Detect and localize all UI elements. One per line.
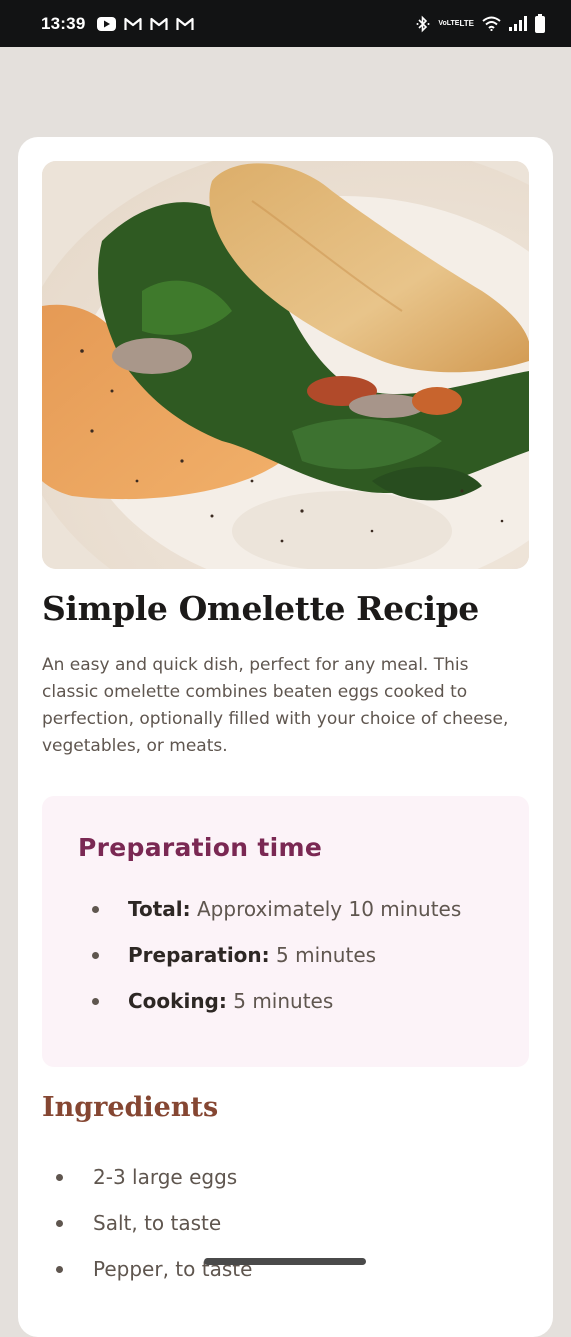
prep-label: Preparation: (128, 943, 270, 967)
preparation-item-cooking: Cooking: 5 minutes (92, 986, 461, 1032)
ingredients-heading: Ingredients (42, 1092, 219, 1123)
preparation-item-total: Total: Approximately 10 minutes (92, 894, 461, 940)
prep-value: 5 minutes (269, 943, 377, 967)
preparation-time-box: Preparation time Total: Approximately 10… (42, 796, 529, 1067)
recipe-card: Simple Omelette Recipe An easy and quick… (18, 137, 553, 1337)
signal-icon (509, 16, 527, 31)
prep-label: Total: (128, 897, 191, 921)
recipe-title: Simple Omelette Recipe (42, 589, 479, 628)
prep-label: Cooking: (128, 989, 227, 1013)
volte-icon: VoLTE LTE (438, 18, 474, 28)
home-indicator[interactable] (204, 1258, 366, 1265)
ingredient-item: 2-3 large eggs (56, 1162, 252, 1208)
volte-line1: VoLTE (438, 19, 460, 27)
recipe-image (42, 161, 529, 569)
status-bar-right: VoLTE LTE (416, 14, 545, 33)
ingredients-list: 2-3 large eggs Salt, to taste Pepper, to… (56, 1162, 252, 1300)
wifi-icon (482, 16, 501, 31)
prep-value: Approximately 10 minutes (190, 897, 462, 921)
battery-icon (535, 14, 545, 33)
gmail-icon (176, 17, 195, 31)
status-bar: 13:39 VoLTE LTE (0, 0, 571, 47)
status-bar-left: 13:39 (41, 13, 195, 34)
youtube-icon (97, 16, 117, 31)
gmail-icon (124, 17, 143, 31)
bluetooth-icon (416, 15, 430, 33)
prep-value: 5 minutes (226, 989, 334, 1013)
gmail-icon (150, 17, 169, 31)
ingredient-item: Salt, to taste (56, 1208, 252, 1254)
recipe-intro: An easy and quick dish, perfect for any … (42, 655, 509, 756)
preparation-item-prep: Preparation: 5 minutes (92, 940, 461, 986)
status-time: 13:39 (41, 13, 86, 33)
preparation-list: Total: Approximately 10 minutes Preparat… (92, 894, 461, 1032)
preparation-heading: Preparation time (78, 833, 323, 862)
volte-line2: LTE (459, 18, 474, 28)
